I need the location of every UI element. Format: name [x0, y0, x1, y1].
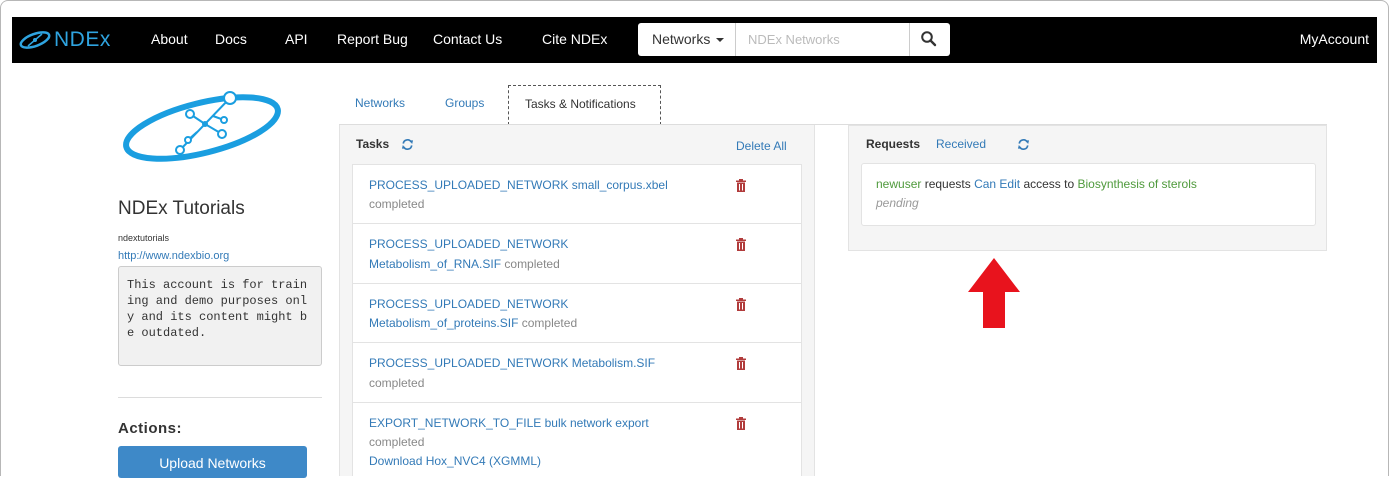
nav-about[interactable]: About [151, 31, 188, 47]
ndex-profile-logo [123, 91, 281, 162]
task-item: PROCESS_UPLOADED_NETWORK small_corpus.xb… [352, 164, 802, 224]
tab-tasks-notifications-label: Tasks & Notifications [525, 97, 636, 111]
request-text: newuser requests Can Edit access to Bios… [876, 177, 1197, 191]
trash-icon[interactable] [736, 417, 746, 430]
nav-cite-ndex[interactable]: Cite NDEx [542, 31, 607, 47]
task-status: Metabolism_of_RNA.SIF completed [369, 257, 560, 271]
profile-name: NDEx Tutorials [118, 198, 245, 219]
search-button[interactable] [909, 23, 950, 56]
red-arrow-annotation [968, 258, 1020, 328]
requests-received-link[interactable]: Received [936, 137, 986, 151]
upload-networks-button[interactable]: Upload Networks [118, 446, 307, 478]
task-status: completed [369, 376, 425, 390]
task-file-link[interactable]: Metabolism_of_RNA.SIF [369, 257, 501, 271]
request-permission-link[interactable]: Can Edit [974, 177, 1020, 191]
task-title-link[interactable]: PROCESS_UPLOADED_NETWORK small_corpus.xb… [369, 178, 668, 192]
divider [118, 397, 322, 398]
task-item: EXPORT_NETWORK_TO_FILE bulk network expo… [352, 402, 802, 476]
task-item: PROCESS_UPLOADED_NETWORK Metabolism_of_p… [352, 283, 802, 343]
profile-website-link[interactable]: http://www.ndexbio.org [118, 250, 229, 262]
request-item: newuser requests Can Edit access to Bios… [861, 163, 1316, 226]
trash-icon[interactable] [736, 298, 746, 311]
request-mid-text: access to [1023, 177, 1075, 191]
task-status-text: completed [521, 316, 578, 330]
brand-name: NDEx [54, 28, 111, 51]
request-status: pending [876, 196, 919, 210]
my-account-link[interactable]: MyAccount [1300, 31, 1369, 47]
search-scope-dropdown[interactable]: Networks [638, 23, 736, 56]
tab-groups[interactable]: Groups [445, 96, 484, 110]
ndex-logo-icon [19, 31, 51, 49]
task-status: completed [369, 197, 425, 211]
task-item: PROCESS_UPLOADED_NETWORK Metabolism_of_R… [352, 223, 802, 284]
request-network-link[interactable]: Biosynthesis of sterols [1078, 177, 1197, 191]
task-title-link[interactable]: PROCESS_UPLOADED_NETWORK [369, 237, 568, 251]
page: NDEx About Docs API Report Bug Contact U… [0, 0, 1389, 478]
task-download-link[interactable]: Download Hox_NVC4 (XGMML) [369, 454, 541, 468]
nav-contact-us[interactable]: Contact Us [433, 31, 502, 47]
request-verb: requests [924, 177, 971, 191]
search-scope-label: Networks [652, 31, 711, 47]
task-title-link[interactable]: PROCESS_UPLOADED_NETWORK [369, 297, 568, 311]
requests-heading: Requests [866, 137, 921, 151]
trash-icon[interactable] [736, 179, 746, 192]
task-file-link[interactable]: Metabolism_of_proteins.SIF [369, 316, 518, 330]
requests-refresh-icon[interactable] [1017, 138, 1030, 151]
search-bar: Networks [638, 23, 950, 56]
top-navbar: NDEx About Docs API Report Bug Contact U… [12, 17, 1377, 63]
trash-icon[interactable] [736, 357, 746, 370]
task-status: Metabolism_of_proteins.SIF completed [369, 316, 577, 330]
tasks-refresh-icon[interactable] [401, 138, 414, 151]
trash-icon[interactable] [736, 238, 746, 251]
task-item: PROCESS_UPLOADED_NETWORK Metabolism.SIF … [352, 342, 802, 403]
profile-description: This account is for training and demo pu… [118, 266, 322, 366]
task-title-link[interactable]: EXPORT_NETWORK_TO_FILE bulk network expo… [369, 416, 649, 430]
profile-username: ndextutorials [118, 233, 170, 243]
nav-report-bug[interactable]: Report Bug [337, 31, 408, 47]
nav-api[interactable]: API [285, 31, 308, 47]
request-user-link[interactable]: newuser [876, 177, 921, 191]
tasks-heading: Tasks [356, 137, 390, 151]
actions-heading: Actions: [118, 420, 182, 437]
caret-down-icon [716, 38, 724, 42]
task-title-link[interactable]: PROCESS_UPLOADED_NETWORK Metabolism.SIF [369, 356, 655, 370]
ndex-logo[interactable]: NDEx [18, 26, 111, 54]
nav-docs[interactable]: Docs [215, 31, 247, 47]
task-status: completed [369, 435, 425, 449]
search-icon [921, 31, 937, 47]
tab-networks[interactable]: Networks [355, 96, 405, 110]
tab-tasks-notifications[interactable]: Tasks & Notifications [508, 85, 661, 125]
task-status-text: completed [504, 257, 560, 271]
delete-all-button[interactable]: Delete All [736, 139, 787, 153]
search-input[interactable] [737, 23, 909, 56]
